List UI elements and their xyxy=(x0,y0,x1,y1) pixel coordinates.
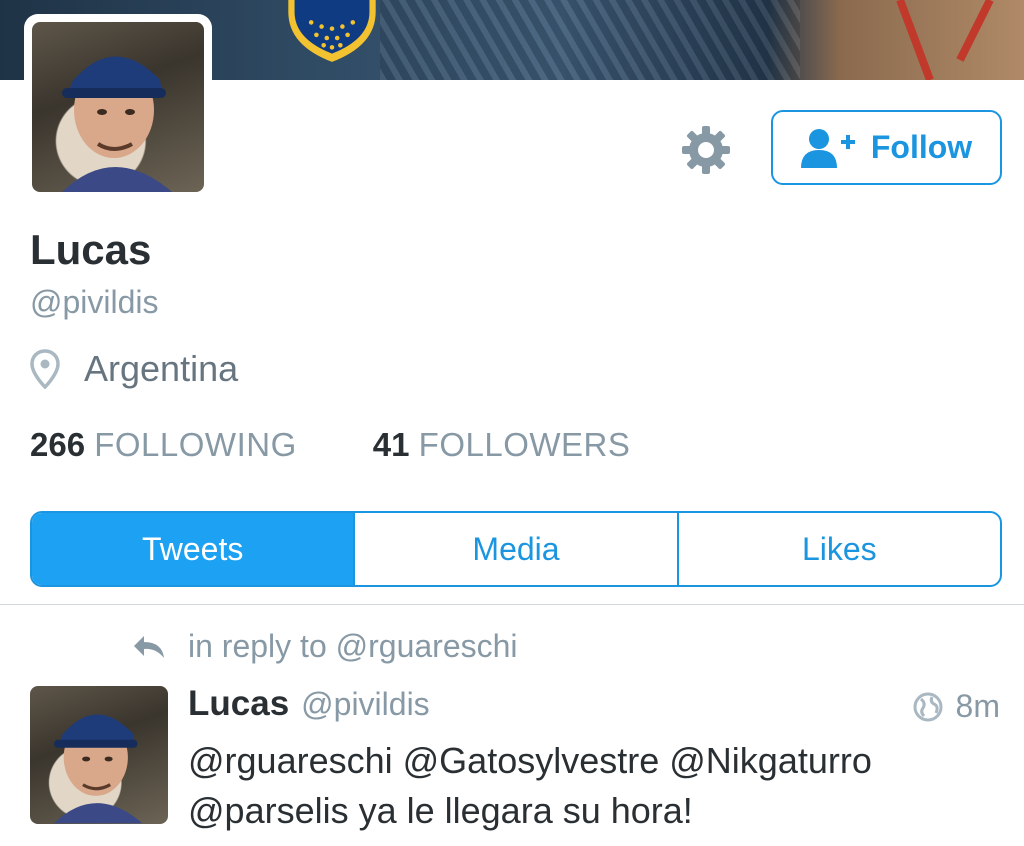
reply-context-text: in reply to @rguareschi xyxy=(188,628,518,664)
profile-avatar[interactable] xyxy=(24,14,212,200)
profile-name: Lucas xyxy=(30,226,152,273)
tweet-text: @rguareschi @Gatosylvestre @Nikgaturro @… xyxy=(188,740,872,831)
following-stat[interactable]: 266 FOLLOWING xyxy=(30,426,297,464)
tweet-timestamp[interactable]: 8m xyxy=(956,688,1000,725)
profile-stats: 266 FOLLOWING 41 FOLLOWERS xyxy=(30,426,630,464)
tweet-avatar[interactable] xyxy=(30,686,168,824)
profile-location: Argentina xyxy=(30,348,238,390)
club-crest-icon xyxy=(288,0,376,62)
profile-tabs: Tweets Media Likes xyxy=(30,511,1002,587)
follow-button[interactable]: Follow xyxy=(771,110,1002,185)
tweet-author-name[interactable]: Lucas xyxy=(188,684,289,724)
tab-tweets[interactable]: Tweets xyxy=(32,513,356,585)
avatar-photo xyxy=(62,56,172,192)
add-user-icon xyxy=(800,128,855,168)
divider xyxy=(0,604,1024,605)
globe-icon xyxy=(913,692,943,721)
banner-lanyard xyxy=(896,0,994,80)
following-label: FOLLOWING xyxy=(94,426,297,463)
location-text: Argentina xyxy=(84,348,239,389)
followers-stat[interactable]: 41 FOLLOWERS xyxy=(373,426,631,464)
gear-icon[interactable] xyxy=(680,124,732,176)
followers-count: 41 xyxy=(372,426,410,463)
tweet-author-handle[interactable]: @pivildis xyxy=(301,686,430,723)
tab-media[interactable]: Media xyxy=(355,513,679,585)
location-pin-icon xyxy=(30,349,60,389)
follow-button-label: Follow xyxy=(870,129,973,165)
avatar xyxy=(32,22,204,192)
following-count: 266 xyxy=(30,426,86,463)
tweet-avatar-photo xyxy=(54,714,143,824)
profile-handle: @pivildis xyxy=(30,284,159,320)
banner-stadium xyxy=(380,0,800,80)
tweet-header: Lucas @pivildis xyxy=(188,684,430,724)
reply-context[interactable]: in reply to @rguareschi xyxy=(132,628,518,665)
followers-label: FOLLOWERS xyxy=(418,426,631,463)
tab-likes[interactable]: Likes xyxy=(679,513,1000,585)
tweet-meta: 8m xyxy=(912,688,1000,725)
reply-arrow-icon xyxy=(134,635,164,658)
